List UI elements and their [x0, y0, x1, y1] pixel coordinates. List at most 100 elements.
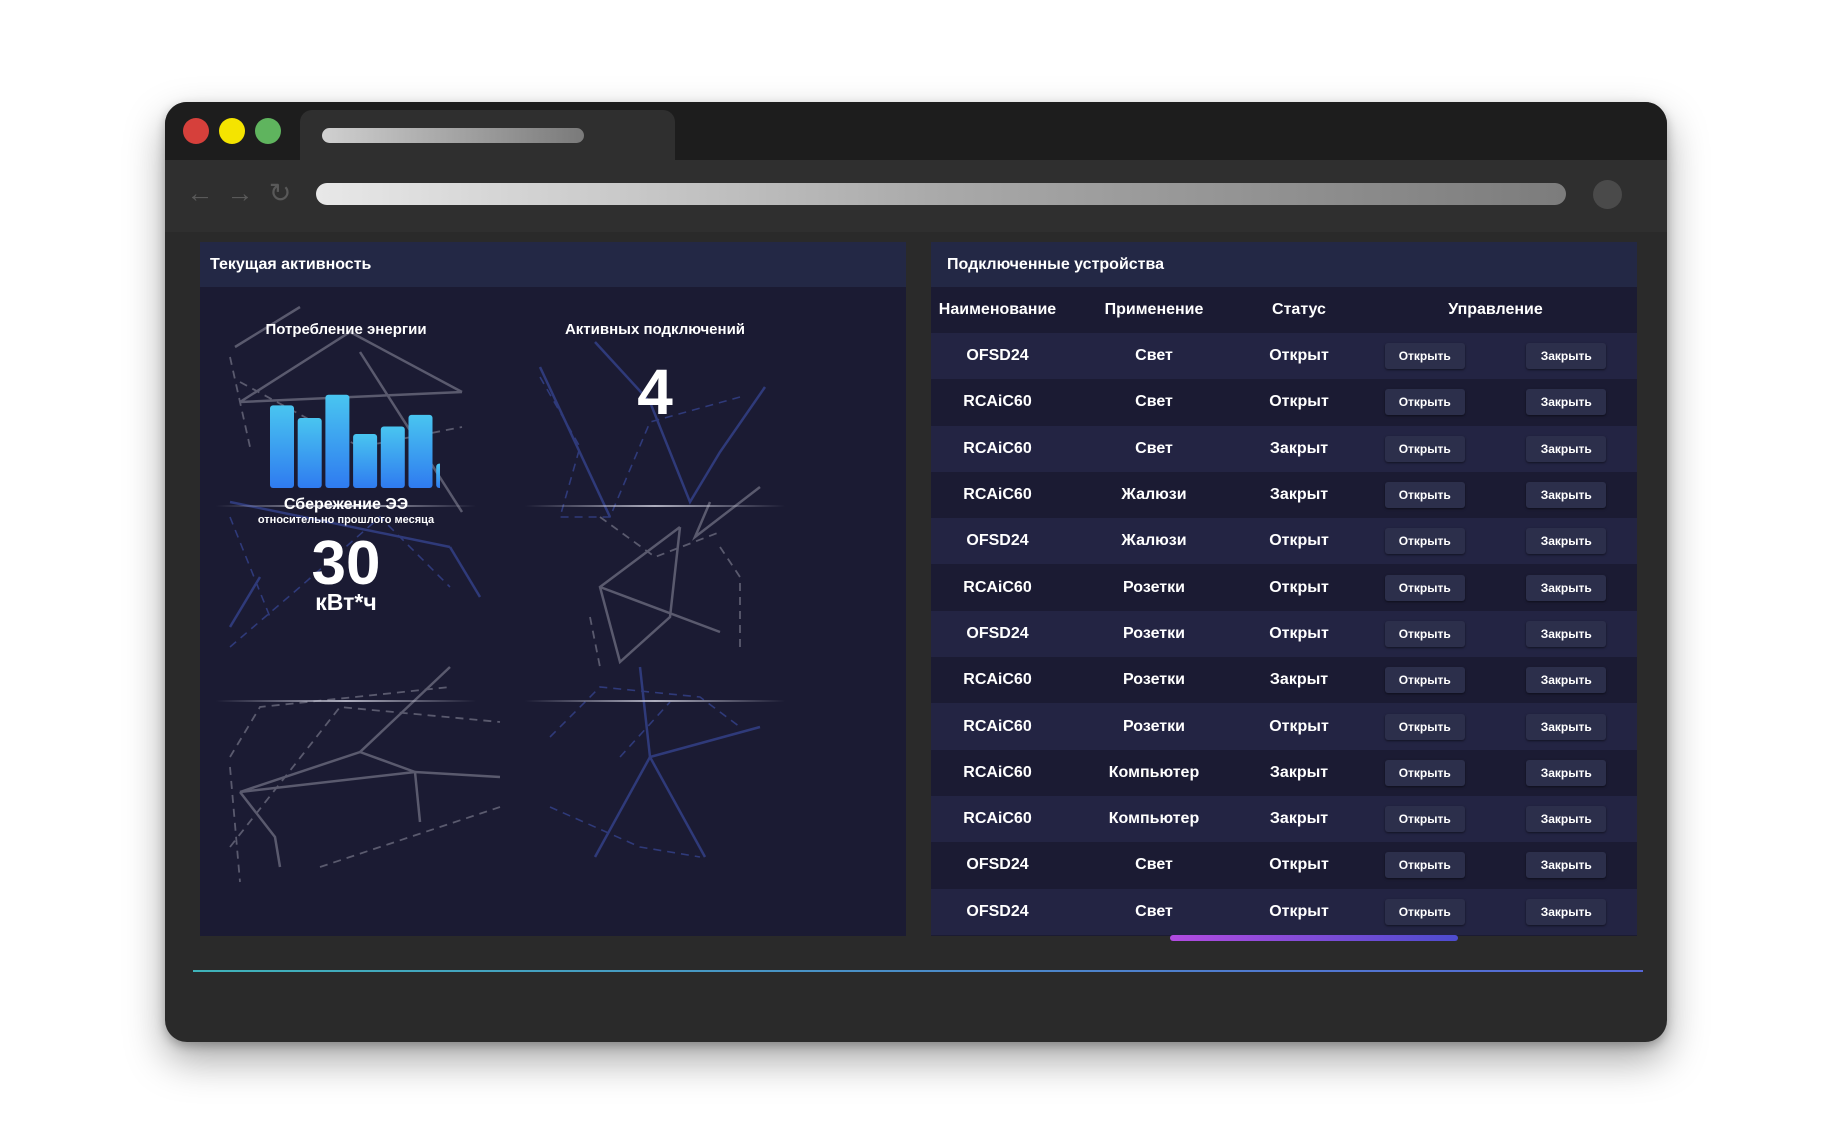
control-cell: Открыть	[1354, 888, 1496, 935]
device-use: Свет	[1064, 842, 1244, 889]
energy-bar-chart	[270, 394, 440, 488]
maximize-window-button[interactable]	[255, 118, 281, 144]
table-scrollbar-thumb[interactable]	[1170, 935, 1458, 941]
close-window-button[interactable]	[183, 118, 209, 144]
device-name: RCAiC60	[931, 425, 1064, 472]
open-button[interactable]: Открыть	[1384, 482, 1465, 509]
devices-panel: Подключенные устройства Наименование При…	[931, 242, 1637, 936]
device-use: Компьютер	[1064, 749, 1244, 796]
title-bar	[165, 102, 1667, 162]
device-use: Компьютер	[1064, 795, 1244, 843]
control-cell: Закрыть	[1495, 471, 1637, 519]
device-status: Открыт	[1244, 703, 1354, 750]
control-cell: Открыть	[1354, 749, 1496, 796]
energy-bar	[408, 414, 433, 488]
device-status: Открыт	[1244, 564, 1354, 611]
browser-tab[interactable]	[300, 110, 675, 162]
reload-icon[interactable]: ↻	[265, 178, 295, 208]
device-status: Закрыт	[1244, 471, 1354, 519]
control-cell: Закрыть	[1495, 333, 1637, 380]
devices-table: Наименование Применение Статус Управлени…	[931, 287, 1637, 935]
open-button[interactable]: Открыть	[1384, 806, 1465, 833]
table-row: RCAiC60 Свет Закрыт Открыть Закрыть	[931, 425, 1637, 472]
device-name: RCAiC60	[931, 379, 1064, 426]
table-row: RCAiC60 Розетки Открыт Открыть Закрыть	[931, 703, 1637, 750]
control-cell: Открыть	[1354, 333, 1496, 380]
close-button[interactable]: Закрыть	[1526, 574, 1607, 601]
energy-bar	[353, 433, 378, 488]
control-cell: Закрыть	[1495, 657, 1637, 704]
close-button[interactable]: Закрыть	[1526, 482, 1607, 509]
open-button[interactable]: Открыть	[1384, 528, 1465, 555]
control-cell: Закрыть	[1495, 842, 1637, 889]
connections-tile-divider	[525, 505, 785, 507]
column-header-controls: Управление	[1448, 301, 1543, 318]
forward-arrow-icon[interactable]: →	[225, 178, 255, 208]
device-name: RCAiC60	[931, 795, 1064, 843]
active-connections-value: 4	[637, 356, 673, 428]
open-button[interactable]: Открыть	[1384, 852, 1465, 879]
footer-divider	[193, 970, 1643, 972]
open-button[interactable]: Открыть	[1384, 759, 1465, 786]
table-row: OFSD24 Свет Открыт Открыть Закрыть	[931, 842, 1637, 889]
close-button[interactable]: Закрыть	[1526, 898, 1607, 925]
control-cell: Закрыть	[1495, 564, 1637, 611]
profile-icon[interactable]	[1593, 180, 1622, 209]
open-button[interactable]: Открыть	[1384, 435, 1465, 462]
open-button[interactable]: Открыть	[1384, 389, 1465, 416]
close-button[interactable]: Закрыть	[1526, 343, 1607, 370]
back-arrow-icon[interactable]: ←	[185, 178, 215, 208]
control-cell: Закрыть	[1495, 518, 1637, 565]
device-name: OFSD24	[931, 888, 1064, 935]
close-button[interactable]: Закрыть	[1526, 528, 1607, 555]
browser-window: ← → ↻ Текущая активность Потребление эне…	[165, 102, 1667, 1042]
table-row: RCAiC60 Компьютер Закрыт Открыть Закрыть	[931, 795, 1637, 843]
device-name: OFSD24	[931, 842, 1064, 889]
control-cell: Открыть	[1354, 795, 1496, 843]
energy-bar	[380, 426, 405, 488]
device-status: Открыт	[1244, 379, 1354, 426]
open-button[interactable]: Открыть	[1384, 343, 1465, 370]
close-button[interactable]: Закрыть	[1526, 713, 1607, 740]
device-name: RCAiC60	[931, 749, 1064, 796]
device-status: Закрыт	[1244, 425, 1354, 472]
control-cell: Открыть	[1354, 471, 1496, 519]
device-use: Свет	[1064, 333, 1244, 380]
close-button[interactable]: Закрыть	[1526, 852, 1607, 879]
table-row: RCAiC60 Свет Открыт Открыть Закрыть	[931, 379, 1637, 426]
close-button[interactable]: Закрыть	[1526, 620, 1607, 647]
device-use: Свет	[1064, 379, 1244, 426]
device-status: Закрыт	[1244, 749, 1354, 796]
control-cell: Закрыть	[1495, 379, 1637, 426]
control-cell: Открыть	[1354, 425, 1496, 472]
table-row: RCAiC60 Розетки Открыт Открыть Закрыть	[931, 564, 1637, 611]
close-button[interactable]: Закрыть	[1526, 435, 1607, 462]
browser-toolbar: ← → ↻	[165, 160, 1667, 232]
device-status: Закрыт	[1244, 657, 1354, 704]
close-button[interactable]: Закрыть	[1526, 667, 1607, 694]
energy-bar	[297, 418, 322, 488]
device-status: Закрыт	[1244, 795, 1354, 843]
open-button[interactable]: Открыть	[1384, 620, 1465, 647]
energy-bar	[325, 394, 350, 488]
open-button[interactable]: Открыть	[1384, 667, 1465, 694]
device-status: Открыт	[1244, 518, 1354, 565]
control-cell: Открыть	[1354, 518, 1496, 565]
device-name: RCAiC60	[931, 657, 1064, 704]
open-button[interactable]: Открыть	[1384, 898, 1465, 925]
energy-bar	[436, 463, 440, 488]
close-button[interactable]: Закрыть	[1526, 389, 1607, 416]
minimize-window-button[interactable]	[219, 118, 245, 144]
table-row: RCAiC60 Жалюзи Закрыт Открыть Закрыть	[931, 471, 1637, 519]
control-cell: Открыть	[1354, 703, 1496, 750]
close-button[interactable]: Закрыть	[1526, 806, 1607, 833]
device-name: OFSD24	[931, 518, 1064, 565]
address-bar[interactable]	[316, 183, 1566, 205]
control-cell: Открыть	[1354, 610, 1496, 658]
close-button[interactable]: Закрыть	[1526, 759, 1607, 786]
connections-tile-title: Активных подключений	[564, 321, 746, 338]
open-button[interactable]: Открыть	[1384, 713, 1465, 740]
open-button[interactable]: Открыть	[1384, 574, 1465, 601]
energy-tile-title: Потребление энергии	[265, 321, 427, 338]
device-status: Открыт	[1244, 888, 1354, 935]
